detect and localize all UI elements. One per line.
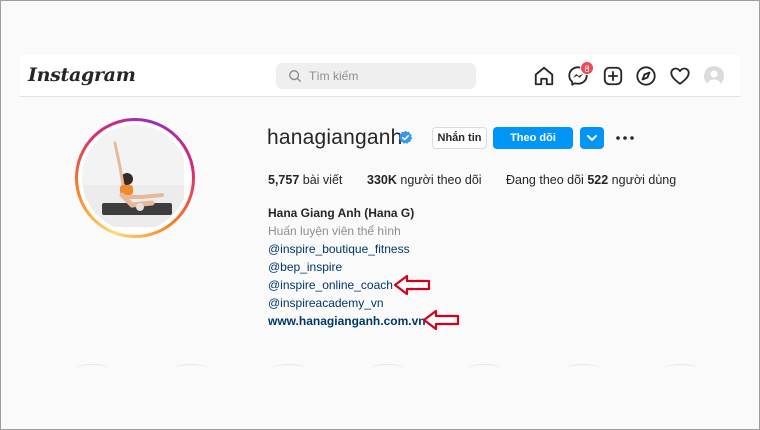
- instagram-logo[interactable]: Instagram: [28, 64, 136, 86]
- bio-mention-link[interactable]: @inspire_online_coach: [268, 278, 393, 292]
- story-highlight[interactable]: [468, 364, 502, 374]
- profile-avatar[interactable]: [704, 66, 724, 86]
- followers-count: 330K: [367, 173, 397, 187]
- story-highlight[interactable]: [272, 364, 306, 374]
- top-nav-bar: Instagram Tìm kiếm 8: [20, 55, 740, 97]
- story-highlight[interactable]: [370, 364, 404, 374]
- messenger-badge: 8: [580, 61, 594, 75]
- verified-badge-icon: [398, 130, 413, 144]
- home-icon[interactable]: [533, 65, 555, 87]
- following-count: 522: [587, 173, 609, 187]
- annotation-arrow-icon: [393, 274, 431, 296]
- posts-label: bài viết: [302, 173, 343, 187]
- following-stat[interactable]: Đang theo dõi 522 người dùng: [506, 173, 676, 187]
- followers-label: người theo dõi: [400, 173, 482, 187]
- annotation-arrow-icon: [422, 309, 460, 331]
- profile-username: hanagianganh: [267, 126, 403, 149]
- posts-stat: 5,757 bài viết: [268, 173, 342, 187]
- bio-mention-link[interactable]: @inspireacademy_vn: [268, 296, 384, 310]
- posts-count: 5,757: [268, 173, 300, 187]
- message-button[interactable]: Nhắn tin: [432, 127, 487, 149]
- suggested-accounts-button[interactable]: [580, 127, 604, 149]
- bio-mention-link[interactable]: @bep_inspire: [268, 260, 342, 274]
- story-highlight[interactable]: [76, 364, 110, 374]
- search-icon: [289, 70, 301, 82]
- bio-mention-link[interactable]: @inspire_boutique_fitness: [268, 242, 410, 256]
- profile-picture-story-ring[interactable]: [75, 118, 195, 238]
- profile-picture: [82, 125, 188, 231]
- explore-icon[interactable]: [635, 65, 657, 87]
- following-label: người dùng: [611, 173, 677, 187]
- bio-full-name: Hana Giang Anh (Hana G): [268, 206, 415, 220]
- more-options-icon[interactable]: [614, 129, 636, 147]
- following-prefix: Đang theo dõi: [506, 173, 584, 187]
- follow-button[interactable]: Theo dõi: [493, 127, 573, 149]
- default-avatar-icon: [707, 70, 721, 86]
- followers-stat[interactable]: 330K người theo dõi: [367, 173, 482, 187]
- story-highlight[interactable]: [664, 364, 698, 374]
- search-input[interactable]: Tìm kiếm: [276, 63, 476, 89]
- chevron-down-icon: [587, 135, 597, 141]
- story-highlight[interactable]: [174, 364, 208, 374]
- bio-website-link[interactable]: www.hanagianganh.com.vn: [268, 314, 426, 328]
- bio-category: Huấn luyện viên thể hình: [268, 224, 401, 238]
- search-placeholder: Tìm kiếm: [309, 69, 359, 83]
- activity-heart-icon[interactable]: [669, 65, 691, 87]
- new-post-icon[interactable]: [602, 65, 624, 87]
- story-highlight[interactable]: [566, 364, 600, 374]
